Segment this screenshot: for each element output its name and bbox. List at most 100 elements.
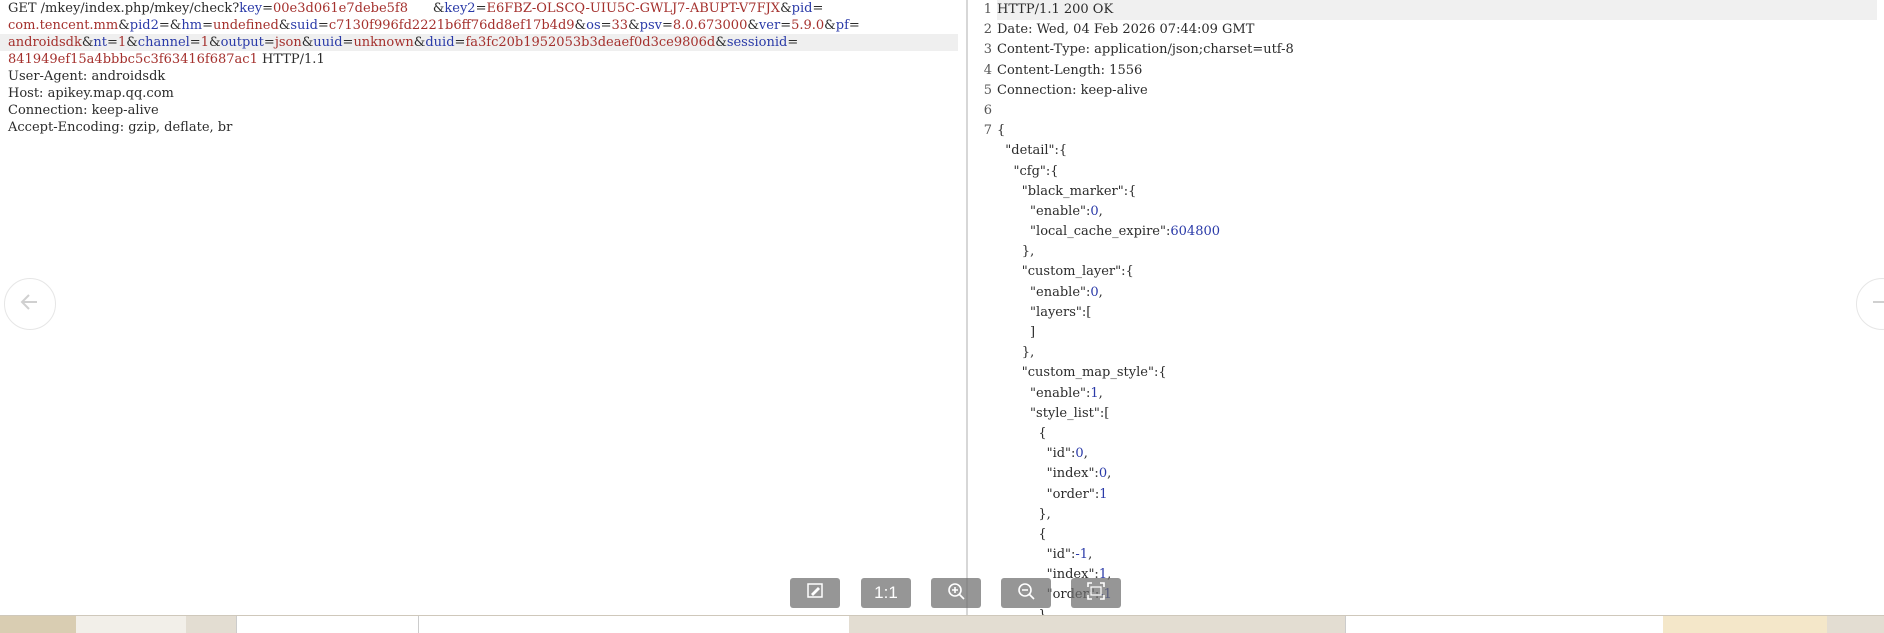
request-text-segment: &	[278, 18, 291, 33]
request-text-segment: =	[158, 18, 170, 33]
request-text-segment: &	[574, 18, 587, 33]
param-key: key	[239, 1, 263, 16]
response-line: "order":1	[997, 485, 1877, 505]
request-text-segment: HTTP/1.1	[257, 52, 325, 67]
json-number: 0	[1075, 446, 1084, 462]
response-text-segment: },	[997, 345, 1035, 361]
response-line: Connection: keep-alive	[997, 81, 1877, 101]
json-number: 604800	[1170, 224, 1221, 240]
param-value: 1	[200, 35, 209, 50]
actual-size-button[interactable]: 1:1	[861, 578, 911, 608]
edit-image-button[interactable]	[790, 578, 840, 608]
request-text-segment: =	[262, 1, 274, 16]
request-text-segment: &	[118, 18, 130, 33]
strip-segment	[76, 616, 186, 633]
request-pane[interactable]: GET /mkey/index.php/mkey/check?key=00e3d…	[0, 0, 966, 615]
response-text-segment: "custom_map_style":{	[997, 365, 1167, 381]
request-text-segment: =	[202, 18, 213, 33]
param-key: pid	[791, 1, 813, 16]
param-value: com.tencent.mm	[8, 18, 119, 33]
response-text-segment: ]	[997, 325, 1036, 340]
previous-image-button[interactable]	[4, 278, 56, 330]
json-number: 0	[1090, 284, 1099, 300]
strip-segment	[1345, 616, 1664, 633]
param-key: uuid	[313, 35, 343, 50]
response-line: Content-Length: 1556	[997, 61, 1877, 81]
response-text-segment: "order":	[997, 486, 1100, 502]
response-line: "custom_layer":{	[997, 262, 1877, 282]
request-text-segment: Connection: keep-alive	[8, 103, 159, 118]
response-text-segment: },	[997, 506, 1051, 522]
json-number: 0	[1098, 466, 1108, 482]
request-text-segment: =	[600, 18, 612, 33]
param-value: 33	[611, 18, 629, 33]
response-line: "enable":0,	[997, 283, 1877, 303]
response-text-segment: ,	[1083, 446, 1088, 462]
request-text-segment: &	[208, 35, 221, 50]
request-text-segment: &	[432, 1, 445, 16]
response-line: {	[997, 121, 1877, 141]
param-value: androidsdk	[8, 35, 82, 50]
response-text-segment: }	[997, 608, 1046, 615]
strip-segment	[0, 616, 76, 633]
response-line: "index":0,	[997, 464, 1877, 484]
request-text-segment: &	[81, 35, 94, 50]
line-number: 3	[983, 42, 992, 58]
fit-screen-button[interactable]	[1071, 578, 1121, 608]
response-line: "id":-1,	[997, 545, 1877, 565]
request-text-segment: Host: apikey.map.qq.com	[8, 86, 174, 101]
request-text-segment: &	[747, 18, 759, 33]
request-text-segment: =	[317, 18, 329, 33]
request-text-segment: &	[169, 18, 182, 33]
zoom-out-button[interactable]	[1001, 578, 1051, 608]
json-number: 0	[1090, 203, 1099, 219]
response-line: "layers":[	[997, 303, 1877, 323]
zoom-in-button[interactable]	[931, 578, 981, 608]
response-text-segment: Connection: keep-alive	[997, 82, 1148, 98]
request-line: GET /mkey/index.php/mkey/check?key=00e3d…	[0, 0, 958, 17]
request-text-segment: &	[824, 18, 836, 33]
param-value: 5.9.0	[791, 18, 825, 33]
line-number: 1	[983, 2, 992, 17]
response-text-segment: {	[997, 425, 1047, 441]
json-number: -1	[1075, 547, 1089, 563]
response-text-segment: "index":	[997, 466, 1099, 482]
request-text-segment: =	[812, 1, 824, 16]
response-line: Content-Type: application/json;charset=u…	[997, 40, 1877, 60]
param-value: fa3fc20b1952053b3deaef0d3ce9806d	[465, 35, 716, 50]
param-value: 8.0.673000	[672, 18, 748, 33]
response-pane[interactable]: 1 2 3 4 5 6 7 HTTP/1.1 200 OK Date: Wed, 04 Feb…	[968, 0, 1884, 615]
line-number: 7	[983, 123, 992, 139]
response-line: "style_list":[	[997, 404, 1877, 424]
param-value: 1	[117, 35, 127, 50]
response-text[interactable]: HTTP/1.1 200 OK Date: Wed, 04 Feb 2026 07…	[997, 0, 1877, 615]
response-text-segment: },	[997, 244, 1035, 260]
response-line: Date: Wed, 04 Feb 2026 07:44:09 GMT	[997, 20, 1877, 40]
response-text-segment: {	[997, 123, 1006, 139]
response-line: "cfg":{	[997, 162, 1877, 182]
request-text-segment: =	[787, 35, 799, 50]
param-value: 00e3d061e7debe5f8	[273, 1, 409, 16]
request-line: Accept-Encoding: gzip, deflate, br	[0, 119, 958, 136]
response-text-segment: ,	[1107, 466, 1112, 482]
response-line: "enable":1,	[997, 384, 1877, 404]
response-line: {	[997, 424, 1877, 444]
zoom-in-icon	[946, 581, 966, 606]
param-key: nt	[93, 35, 108, 50]
param-key: os	[586, 18, 601, 33]
response-text-segment: "id":	[997, 547, 1076, 563]
response-text-segment: "enable":	[997, 284, 1091, 300]
json-number: 1	[1090, 385, 1099, 401]
request-text-segment: =	[189, 35, 201, 50]
response-text-segment: "enable":	[997, 385, 1091, 401]
request-text-segment: Accept-Encoding: gzip, deflate, br	[8, 120, 233, 135]
edit-icon	[805, 581, 825, 606]
response-text-segment: Content-Length: 1556	[997, 62, 1143, 78]
param-value: c7130f996fd2221b6ff76dd8ef17b4d9	[328, 18, 575, 33]
arrow-right-icon	[1867, 287, 1884, 321]
response-line: "id":0,	[997, 444, 1877, 464]
response-line: "order":-1	[997, 585, 1877, 605]
response-text-segment: ,	[1098, 284, 1103, 300]
request-line: 841949ef15a4bbbc5c3f63416f687ac1 HTTP/1.…	[0, 51, 958, 68]
request-text-segment: &	[780, 1, 792, 16]
